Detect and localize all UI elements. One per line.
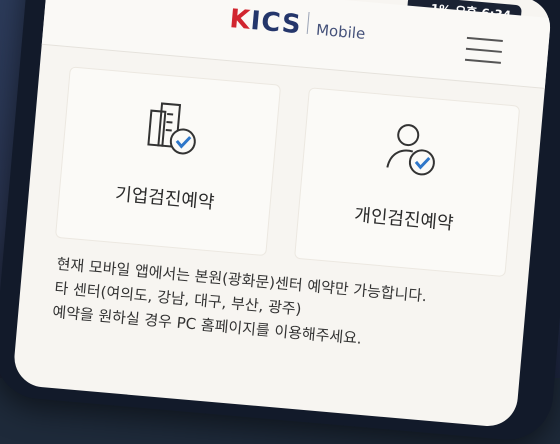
corporate-building-check-icon [147, 102, 196, 155]
reservation-cards: 기업검진예약 개인검진예약 [54, 66, 528, 278]
personal-checkup-card[interactable]: 개인검진예약 [294, 87, 521, 278]
kics-logo[interactable]: KICS Mobile [228, 4, 366, 46]
phone-frame: ...1% 오후 6:34 KICS Mobile [0, 0, 560, 444]
logo-divider [306, 11, 310, 34]
logo-sub-text: Mobile [315, 20, 367, 43]
hamburger-menu-icon[interactable] [464, 36, 503, 64]
corporate-checkup-card[interactable]: 기업검진예약 [54, 66, 282, 257]
person-check-icon [386, 124, 435, 176]
personal-checkup-label: 개인검진예약 [353, 204, 455, 235]
corporate-checkup-label: 기업검진예약 [114, 183, 216, 214]
logo-main-text: KICS [228, 4, 303, 41]
phone-screen: ...1% 오후 6:34 KICS Mobile [11, 0, 553, 429]
